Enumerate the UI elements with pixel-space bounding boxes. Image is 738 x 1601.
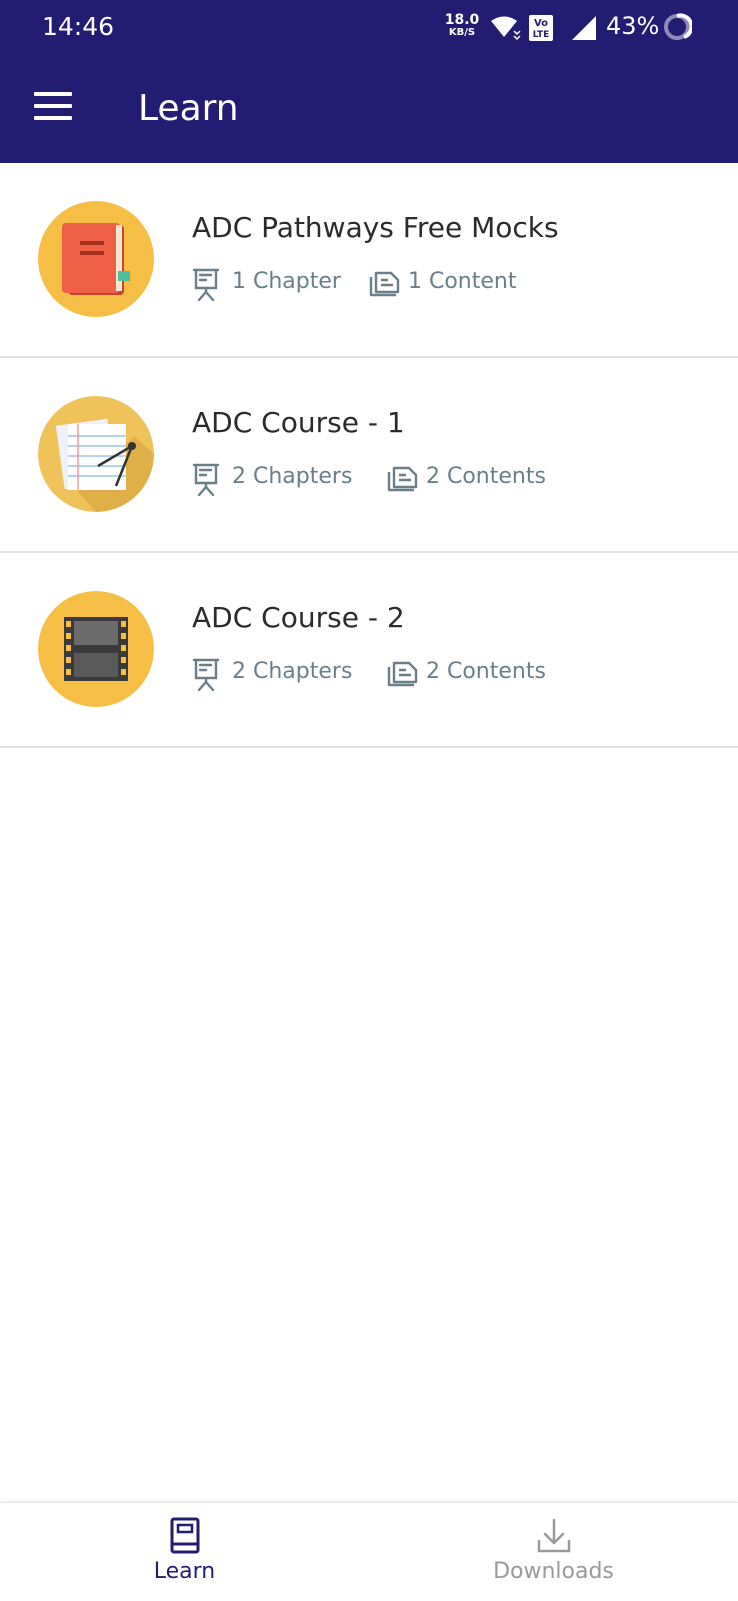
chapter-count-text: 2 Chapters <box>232 659 353 684</box>
status-time: 14:46 <box>42 12 115 41</box>
document-stack-icon <box>387 661 418 687</box>
battery-percentage: 43% <box>606 12 660 40</box>
course-item[interactable]: ADC Course - 1 2 Chapters 2 Contents <box>0 358 738 553</box>
film-strip-icon <box>38 591 154 707</box>
network-speed: 18.0 KB/S <box>442 12 482 38</box>
chapter-count-text: 2 Chapters <box>232 464 353 489</box>
course-title: ADC Course - 2 <box>192 601 405 634</box>
signal-icon <box>572 16 596 40</box>
hamburger-menu-icon[interactable] <box>34 92 72 124</box>
chapter-count-text: 1 Chapter <box>232 269 341 294</box>
course-list: ADC Pathways Free Mocks 1 Chapter 1 Cont… <box>0 163 738 748</box>
volte-top-text: Vo <box>534 18 548 29</box>
network-speed-unit: KB/S <box>448 27 476 38</box>
nav-tab-downloads[interactable]: Downloads <box>369 1503 738 1601</box>
download-icon <box>537 1518 570 1553</box>
volte-bottom-text: LTE <box>533 30 550 40</box>
network-speed-value: 18.0 <box>444 12 480 28</box>
course-item[interactable]: ADC Course - 2 2 Chapters 2 Contents <box>0 553 738 748</box>
course-item[interactable]: ADC Pathways Free Mocks 1 Chapter 1 Cont… <box>0 163 738 358</box>
app-bar: Learn <box>0 56 738 163</box>
course-title: ADC Pathways Free Mocks <box>192 211 559 244</box>
papers-compass-icon <box>38 396 154 512</box>
battery-ring-icon <box>664 13 692 40</box>
content-count-text: 1 Content <box>408 269 517 294</box>
presentation-board-icon <box>192 658 220 691</box>
status-indicators: 18.0 KB/S Vo LTE 43% <box>438 0 738 56</box>
status-bar: 14:46 18.0 KB/S Vo LTE 43% <box>0 0 738 56</box>
content-count-text: 2 Contents <box>426 659 546 684</box>
content-count-text: 2 Contents <box>426 464 546 489</box>
nav-tab-learn-label: Learn <box>153 1559 216 1584</box>
presentation-board-icon <box>192 463 220 496</box>
notebook-icon <box>38 201 154 317</box>
wifi-icon <box>491 16 521 41</box>
nav-tab-downloads-label: Downloads <box>493 1559 614 1584</box>
presentation-board-icon <box>192 268 220 301</box>
nav-tab-learn[interactable]: Learn <box>0 1503 369 1601</box>
page-title: Learn <box>138 88 239 129</box>
document-stack-icon <box>369 271 400 297</box>
book-icon <box>170 1517 199 1554</box>
bottom-navigation: Learn Downloads <box>0 1502 738 1601</box>
course-title: ADC Course - 1 <box>192 406 405 439</box>
volte-icon: Vo LTE <box>529 15 553 41</box>
document-stack-icon <box>387 466 418 492</box>
